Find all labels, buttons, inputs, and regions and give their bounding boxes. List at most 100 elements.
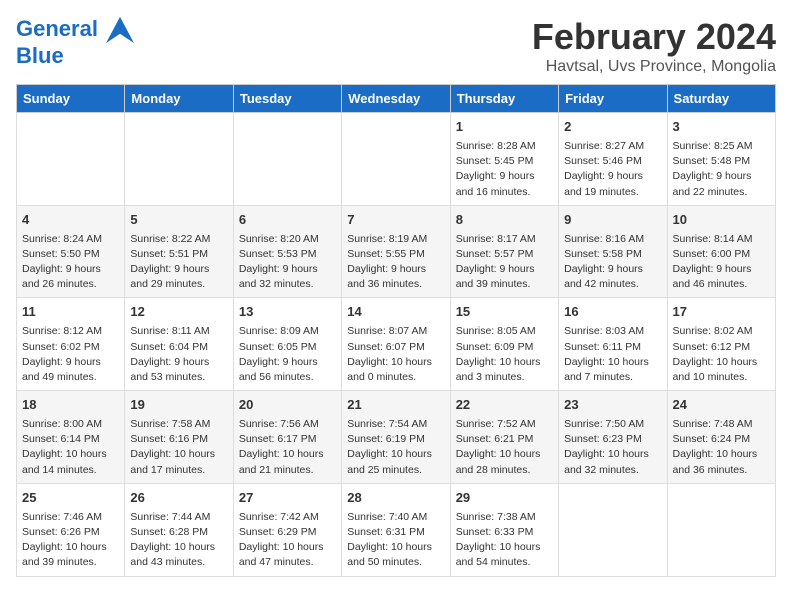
day-info: Sunrise: 8:03 AM Sunset: 6:11 PM Dayligh…	[564, 324, 661, 385]
calendar-cell: 23Sunrise: 7:50 AM Sunset: 6:23 PM Dayli…	[559, 391, 667, 484]
day-number: 11	[22, 303, 119, 322]
calendar-table: SundayMondayTuesdayWednesdayThursdayFrid…	[16, 84, 776, 577]
calendar-cell: 16 Sunrise: 8:03 AM Sunset: 6:11 PM Dayli…	[559, 298, 667, 391]
header-row: SundayMondayTuesdayWednesdayThursdayFrid…	[17, 85, 776, 113]
header-day: Sunday	[17, 85, 125, 113]
day-number: 15	[456, 303, 553, 322]
calendar-cell	[667, 483, 775, 576]
day-number: 12	[130, 303, 227, 322]
calendar-cell: 11 Sunrise: 8:12 AM Sunset: 6:02 PM Dayli…	[17, 298, 125, 391]
day-info: Sunrise: 8:27 AM Sunset: 5:46 PM Dayligh…	[564, 139, 661, 200]
header-day: Friday	[559, 85, 667, 113]
day-info: Sunrise: 8:20 AM Sunset: 5:53 PM Dayligh…	[239, 232, 336, 293]
calendar-cell: 22 Sunrise: 7:52 AM Sunset: 6:21 PM Dayli…	[450, 391, 558, 484]
calendar-cell	[233, 113, 341, 206]
day-info: Sunrise: 8:25 AM Sunset: 5:48 PM Dayligh…	[673, 139, 770, 200]
calendar-cell: 18 Sunrise: 8:00 AM Sunset: 6:14 PM Dayli…	[17, 391, 125, 484]
day-number: 8	[456, 211, 553, 230]
day-info: Sunrise: 8:00 AM Sunset: 6:14 PM Dayligh…	[22, 417, 119, 478]
calendar-cell	[125, 113, 233, 206]
day-number: 5	[130, 211, 227, 230]
day-info: Sunrise: 8:16 AM Sunset: 5:58 PM Dayligh…	[564, 232, 661, 293]
calendar-header: SundayMondayTuesdayWednesdayThursdayFrid…	[17, 85, 776, 113]
calendar-cell: 26Sunrise: 7:44 AM Sunset: 6:28 PM Dayli…	[125, 483, 233, 576]
header-day: Wednesday	[342, 85, 450, 113]
day-number: 2	[564, 118, 661, 137]
day-info: Sunrise: 7:42 AM Sunset: 6:29 PM Dayligh…	[239, 510, 336, 571]
day-number: 27	[239, 489, 336, 508]
day-number: 7	[347, 211, 444, 230]
day-info: Sunrise: 7:48 AM Sunset: 6:24 PM Dayligh…	[673, 417, 770, 478]
calendar-row: 1 Sunrise: 8:28 AM Sunset: 5:45 PM Daylig…	[17, 113, 776, 206]
day-number: 19	[130, 396, 227, 415]
day-info: Sunrise: 8:22 AM Sunset: 5:51 PM Dayligh…	[130, 232, 227, 293]
day-number: 1	[456, 118, 553, 137]
day-number: 9	[564, 211, 661, 230]
day-info: Sunrise: 8:07 AM Sunset: 6:07 PM Dayligh…	[347, 324, 444, 385]
calendar-cell: 2 Sunrise: 8:27 AM Sunset: 5:46 PM Daylig…	[559, 113, 667, 206]
calendar-cell: 24Sunrise: 7:48 AM Sunset: 6:24 PM Dayli…	[667, 391, 775, 484]
logo-general: General	[16, 16, 98, 41]
day-info: Sunrise: 8:02 AM Sunset: 6:12 PM Dayligh…	[673, 324, 770, 385]
header-day: Thursday	[450, 85, 558, 113]
subtitle: Havtsal, Uvs Province, Mongolia	[532, 58, 776, 76]
calendar-cell: 21Sunrise: 7:54 AM Sunset: 6:19 PM Dayli…	[342, 391, 450, 484]
day-info: Sunrise: 7:54 AM Sunset: 6:19 PM Dayligh…	[347, 417, 444, 478]
calendar-cell: 25Sunrise: 7:46 AM Sunset: 6:26 PM Dayli…	[17, 483, 125, 576]
calendar-row: 11 Sunrise: 8:12 AM Sunset: 6:02 PM Dayli…	[17, 298, 776, 391]
day-info: Sunrise: 7:38 AM Sunset: 6:33 PM Dayligh…	[456, 510, 553, 571]
day-number: 6	[239, 211, 336, 230]
calendar-cell	[559, 483, 667, 576]
day-number: 26	[130, 489, 227, 508]
day-info: Sunrise: 8:09 AM Sunset: 6:05 PM Dayligh…	[239, 324, 336, 385]
calendar-cell: 3 Sunrise: 8:25 AM Sunset: 5:48 PM Daylig…	[667, 113, 775, 206]
day-number: 17	[673, 303, 770, 322]
header-day: Saturday	[667, 85, 775, 113]
calendar-cell: 17 Sunrise: 8:02 AM Sunset: 6:12 PM Dayli…	[667, 298, 775, 391]
day-number: 20	[239, 396, 336, 415]
calendar-cell: 13 Sunrise: 8:09 AM Sunset: 6:05 PM Dayli…	[233, 298, 341, 391]
calendar-cell	[17, 113, 125, 206]
calendar-cell: 20Sunrise: 7:56 AM Sunset: 6:17 PM Dayli…	[233, 391, 341, 484]
main-title: February 2024	[532, 16, 776, 58]
calendar-cell: 14 Sunrise: 8:07 AM Sunset: 6:07 PM Dayli…	[342, 298, 450, 391]
title-block: February 2024 Havtsal, Uvs Province, Mon…	[532, 16, 776, 76]
day-number: 13	[239, 303, 336, 322]
calendar-cell	[342, 113, 450, 206]
day-info: Sunrise: 8:12 AM Sunset: 6:02 PM Dayligh…	[22, 324, 119, 385]
logo-text: General	[16, 16, 134, 44]
calendar-cell: 10Sunrise: 8:14 AM Sunset: 6:00 PM Dayli…	[667, 205, 775, 298]
calendar-cell: 9 Sunrise: 8:16 AM Sunset: 5:58 PM Daylig…	[559, 205, 667, 298]
day-number: 22	[456, 396, 553, 415]
calendar-cell: 8 Sunrise: 8:17 AM Sunset: 5:57 PM Daylig…	[450, 205, 558, 298]
calendar-row: 4Sunrise: 8:24 AM Sunset: 5:50 PM Daylig…	[17, 205, 776, 298]
calendar-body: 1 Sunrise: 8:28 AM Sunset: 5:45 PM Daylig…	[17, 113, 776, 577]
calendar-cell: 4Sunrise: 8:24 AM Sunset: 5:50 PM Daylig…	[17, 205, 125, 298]
day-info: Sunrise: 8:17 AM Sunset: 5:57 PM Dayligh…	[456, 232, 553, 293]
day-info: Sunrise: 8:19 AM Sunset: 5:55 PM Dayligh…	[347, 232, 444, 293]
calendar-row: 18 Sunrise: 8:00 AM Sunset: 6:14 PM Dayli…	[17, 391, 776, 484]
calendar-cell: 29 Sunrise: 7:38 AM Sunset: 6:33 PM Dayli…	[450, 483, 558, 576]
day-info: Sunrise: 8:28 AM Sunset: 5:45 PM Dayligh…	[456, 139, 553, 200]
day-info: Sunrise: 8:14 AM Sunset: 6:00 PM Dayligh…	[673, 232, 770, 293]
day-number: 28	[347, 489, 444, 508]
day-number: 14	[347, 303, 444, 322]
calendar-cell: 5 Sunrise: 8:22 AM Sunset: 5:51 PM Daylig…	[125, 205, 233, 298]
calendar-cell: 15 Sunrise: 8:05 AM Sunset: 6:09 PM Dayli…	[450, 298, 558, 391]
day-info: Sunrise: 7:46 AM Sunset: 6:26 PM Dayligh…	[22, 510, 119, 571]
page-header: General Blue February 2024 Havtsal, Uvs …	[16, 16, 776, 76]
day-info: Sunrise: 7:58 AM Sunset: 6:16 PM Dayligh…	[130, 417, 227, 478]
day-number: 4	[22, 211, 119, 230]
day-number: 29	[456, 489, 553, 508]
day-info: Sunrise: 7:52 AM Sunset: 6:21 PM Dayligh…	[456, 417, 553, 478]
calendar-cell: 1 Sunrise: 8:28 AM Sunset: 5:45 PM Daylig…	[450, 113, 558, 206]
day-info: Sunrise: 8:05 AM Sunset: 6:09 PM Dayligh…	[456, 324, 553, 385]
calendar-row: 25Sunrise: 7:46 AM Sunset: 6:26 PM Dayli…	[17, 483, 776, 576]
calendar-cell: 12 Sunrise: 8:11 AM Sunset: 6:04 PM Dayli…	[125, 298, 233, 391]
day-number: 18	[22, 396, 119, 415]
day-number: 16	[564, 303, 661, 322]
day-info: Sunrise: 7:40 AM Sunset: 6:31 PM Dayligh…	[347, 510, 444, 571]
calendar-cell: 6 Sunrise: 8:20 AM Sunset: 5:53 PM Daylig…	[233, 205, 341, 298]
day-info: Sunrise: 8:11 AM Sunset: 6:04 PM Dayligh…	[130, 324, 227, 385]
day-number: 3	[673, 118, 770, 137]
